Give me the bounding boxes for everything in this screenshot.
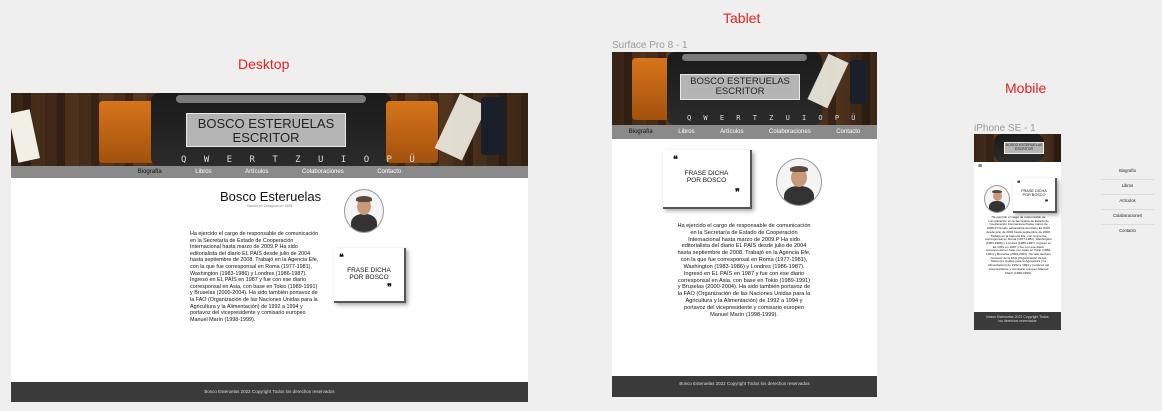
tablet-frame-label[interactable]: Surface Pro 8 - 1 [612, 40, 688, 51]
site-title-line2: ESCRITOR [1014, 146, 1034, 151]
tablet-label: Tablet [723, 10, 761, 26]
tablet-footer: Bosco Esteruelas 2022 Copyright Todos lo… [612, 376, 877, 397]
mobile-quote-line2: POR BOSCO [1022, 193, 1046, 198]
nav-libros[interactable]: Libros [195, 169, 211, 175]
mobile-label: Mobile [1005, 80, 1047, 96]
nav-biografia[interactable]: Biografía [629, 129, 653, 135]
menu-item-colaboraciones[interactable]: Colaboraciones [1101, 210, 1154, 225]
nav-colaboraciones[interactable]: Colaboraciones [769, 129, 811, 135]
nav-articulos[interactable]: Artículos [720, 129, 743, 135]
tablet-author-avatar [776, 158, 822, 206]
nav-contacto[interactable]: Contacto [377, 169, 401, 175]
hamburger-icon[interactable]: ≡ [978, 163, 982, 170]
mobile-close-quote-icon: ❞ [1045, 199, 1049, 206]
desktop-quote-card: ❝ FRASE DICHA POR BOSCO ❞ [334, 248, 406, 303]
tablet-site-title: BOSCO ESTERUELAS ESCRITOR [680, 74, 800, 100]
mobile-open-quote-icon: ❝ [1017, 180, 1021, 187]
mobile-quote-card: ❝ FRASE DICHA POR BOSCO ❞ [1013, 178, 1057, 213]
desktop-bio-text: Ha ejercido el cargo de responsable de c… [190, 231, 319, 323]
desktop-author-name: Bosco Esteruelas [220, 189, 322, 204]
desktop-author-avatar [344, 189, 384, 233]
tablet-nav: Biografía Libros Artículos Colaboracione… [612, 125, 877, 139]
mobile-nav-menu: Biografía Libros Artículos Colaboracione… [1101, 165, 1154, 239]
tablet-quote-line2: POR BOSCO [686, 177, 727, 185]
desktop-site-title: BOSCO ESTERUELAS ESCRITOR [186, 113, 346, 147]
tablet-quote-line1: FRASE DICHA [684, 170, 729, 177]
desktop-hero-image: Q W E R T Z U I O P Ü BOSCO ESTERUELAS E… [11, 93, 528, 166]
mobile-footer: Bosco Esteruelas 2022 Copyright Todos lo… [974, 312, 1061, 330]
nav-colaboraciones[interactable]: Colaboraciones [302, 169, 344, 175]
desktop-label: Desktop [238, 56, 290, 72]
tablet-open-quote-icon: ❝ [673, 155, 678, 165]
nav-libros[interactable]: Libros [678, 129, 694, 135]
site-title-line2: ESCRITOR [232, 129, 300, 145]
desktop-quote-line2: POR BOSCO [349, 274, 389, 282]
site-title-line2: ESCRITOR [715, 85, 765, 97]
site-title-line1: BOSCO ESTERUELAS [197, 116, 335, 131]
mobile-hero-image: BOSCO ESTERUELAS ESCRITOR [974, 134, 1061, 162]
menu-item-biografia[interactable]: Biografía [1101, 165, 1154, 180]
mobile-bio-text: Ha ejercido el cargo de responsable de c… [985, 216, 1052, 275]
nav-biografia[interactable]: Biografía [138, 169, 162, 175]
tablet-quote-card: ❝ FRASE DICHA POR BOSCO ❞ [663, 150, 752, 209]
mobile-frame-label[interactable]: iPhone SE - 1 [974, 123, 1036, 134]
tablet-bio-text: Ha ejercido el cargo de responsable de c… [677, 223, 811, 318]
desktop-author-subtitle: Nacido en Zaragoza en 1955 [247, 204, 293, 208]
desktop-footer: Bosco Esteruelas 2022 Copyright Todos lo… [11, 382, 528, 402]
menu-item-contacto[interactable]: Contacto [1101, 225, 1154, 239]
nav-contacto[interactable]: Contacto [836, 129, 860, 135]
desktop-hero-keys: Q W E R T Z U I O P Ü [181, 155, 421, 165]
menu-item-libros[interactable]: Libros [1101, 180, 1154, 195]
tablet-hero-image: Q W E R T Z U I O P Ü BOSCO ESTERUELAS E… [612, 52, 877, 125]
mobile-site-title: BOSCO ESTERUELAS ESCRITOR [1004, 142, 1044, 154]
nav-articulos[interactable]: Artículos [245, 169, 268, 175]
mobile-author-avatar [984, 185, 1010, 213]
desktop-nav: Biografía Libros Artículos Colaboracione… [11, 166, 528, 178]
tablet-close-quote-icon: ❞ [735, 188, 740, 198]
desktop-quote-line1: FRASE DICHA [347, 267, 391, 274]
desktop-open-quote-icon: ❝ [339, 253, 344, 263]
menu-item-articulos[interactable]: Artículos [1101, 195, 1154, 210]
desktop-close-quote-icon: ❞ [387, 283, 392, 293]
tablet-hero-keys: Q W E R T Z U I O P Ü [687, 114, 860, 122]
